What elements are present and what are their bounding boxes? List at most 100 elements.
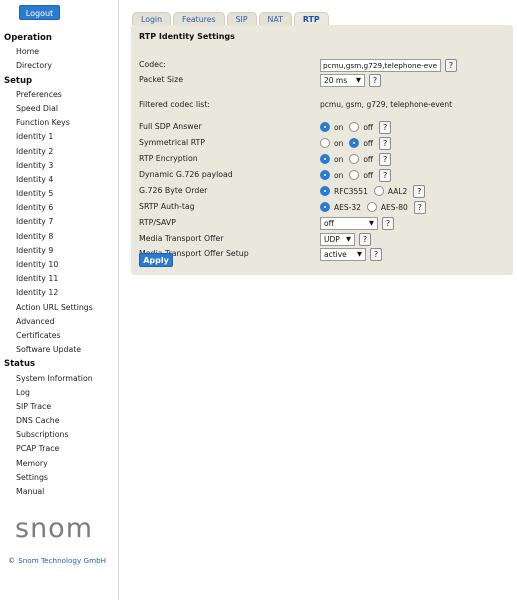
panel-title: RTP Identity Settings (139, 32, 235, 41)
sidebar-item-system-information[interactable]: System Information (0, 372, 119, 386)
tab-bar: Login Features SIP NAT RTP (132, 12, 329, 25)
sidebar-item-identity-10[interactable]: Identity 10 (0, 258, 119, 272)
radio-aes-80[interactable] (366, 202, 377, 212)
sidebar: Logout Operation Home Directory Setup Prefer… (0, 0, 119, 600)
setting-label: Symmetrical RTP (139, 138, 206, 147)
setting-row-media-transport-offer-setup: Media Transport Offer Setup active ▼? (139, 247, 509, 261)
sidebar-item-identity-9[interactable]: Identity 9 (0, 244, 119, 258)
setting-row-rtp-savp: RTP/SAVP off ▼? (139, 216, 509, 230)
radio-label-off: off (363, 170, 374, 180)
sidebar-item-identity-1[interactable]: Identity 1 (0, 130, 119, 144)
radio-label-on: on (334, 122, 344, 132)
radio-off[interactable] (349, 122, 360, 132)
radio-label-off: off (363, 138, 374, 148)
copyright-link[interactable]: Snom Technology GmbH (18, 556, 106, 565)
setting-label: SRTP Auth-tag (139, 202, 195, 211)
setting-row-g-726-byte-order: G.726 Byte Order RFC3551 AAL2? (139, 184, 509, 198)
sidebar-item-certificates[interactable]: Certificates (0, 329, 119, 343)
setting-row-full-sdp-answer: Full SDP Answer on off? (139, 120, 509, 134)
media-transport-offer-select[interactable]: UDP ▼ (320, 232, 355, 246)
sidebar-item-dns-cache[interactable]: DNS Cache (0, 414, 119, 428)
sidebar-item-identity-2[interactable]: Identity 2 (0, 145, 119, 159)
radio-on[interactable] (320, 122, 330, 132)
sidebar-item-speed-dial[interactable]: Speed Dial (0, 102, 119, 116)
radio-off[interactable] (349, 170, 360, 180)
sidebar-item-identity-6[interactable]: Identity 6 (0, 201, 119, 215)
radio-label-rfc3551: RFC3551 (334, 186, 368, 196)
sidebar-item-manual[interactable]: Manual (0, 485, 119, 499)
sidebar-item-identity-7[interactable]: Identity 7 (0, 215, 119, 229)
help-button[interactable]: ? (379, 136, 392, 150)
chevron-down-icon: ▼ (357, 249, 362, 258)
radio-label-aal2: AAL2 (387, 186, 408, 196)
sidebar-item-directory[interactable]: Directory (0, 59, 119, 73)
radio-label-on: on (334, 138, 344, 148)
chevron-down-icon: ▼ (369, 218, 374, 227)
tab-nat[interactable]: NAT (258, 12, 292, 25)
radio-label-on: on (334, 170, 344, 180)
setting-label: Codec: (139, 60, 166, 69)
sidebar-item-log[interactable]: Log (0, 386, 119, 400)
help-button[interactable]: ? (370, 247, 382, 261)
setting-control: pcmu,gsm,g729,telephone-eve? (320, 58, 457, 72)
apply-button[interactable]: Apply (139, 253, 173, 267)
setting-row-rtp-encryption: RTP Encryption on off? (139, 152, 509, 166)
setting-row-codec: Codec: pcmu,gsm,g729,telephone-eve? (139, 58, 509, 72)
radio-aes-32[interactable] (320, 202, 330, 212)
radio-off[interactable] (349, 138, 360, 148)
codec-input[interactable]: pcmu,gsm,g729,telephone-eve (320, 58, 441, 72)
sidebar-item-sip-trace[interactable]: SIP Trace (0, 400, 119, 414)
sidebar-item-pcap-trace[interactable]: PCAP Trace (0, 442, 119, 456)
sidebar-item-home[interactable]: Home (0, 45, 119, 59)
sidebar-item-software-update[interactable]: Software Update (0, 343, 119, 357)
sidebar-item-function-keys[interactable]: Function Keys (0, 116, 119, 130)
tab-rtp[interactable]: RTP (293, 12, 329, 25)
nav-section-status: Status (4, 359, 36, 370)
setting-label: Dynamic G.726 payload (139, 170, 233, 179)
help-button[interactable]: ? (445, 58, 457, 72)
radio-rfc3551[interactable] (320, 186, 330, 196)
help-button[interactable]: ? (413, 184, 426, 198)
radio-on[interactable] (320, 170, 330, 180)
sidebar-item-identity-5[interactable]: Identity 5 (0, 187, 119, 201)
tab-sip[interactable]: SIP (226, 12, 257, 25)
help-button[interactable]: ? (369, 73, 381, 87)
media-transport-offer-setup-select[interactable]: active ▼ (320, 247, 366, 261)
rtp-savp-select[interactable]: off ▼ (320, 216, 378, 230)
sidebar-item-preferences[interactable]: Preferences (0, 88, 119, 102)
sidebar-item-memory[interactable]: Memory (0, 457, 119, 471)
select-value: active (324, 249, 347, 259)
sidebar-item-subscriptions[interactable]: Subscriptions (0, 428, 119, 442)
sidebar-item-identity-4[interactable]: Identity 4 (0, 173, 119, 187)
setting-label: Full SDP Answer (139, 122, 202, 131)
copyright: © Snom Technology GmbH (8, 556, 106, 565)
help-button[interactable]: ? (382, 216, 394, 230)
sidebar-item-action-url-settings[interactable]: Action URL Settings (0, 301, 119, 315)
setting-label: RTP Encryption (139, 154, 198, 163)
help-button[interactable]: ? (379, 168, 392, 182)
radio-aal2[interactable] (373, 186, 384, 196)
sidebar-item-settings[interactable]: Settings (0, 471, 119, 485)
sidebar-item-advanced[interactable]: Advanced (0, 315, 119, 329)
packet-size-select[interactable]: 20 ms ▼ (320, 73, 365, 87)
help-button[interactable]: ? (359, 232, 371, 246)
help-button[interactable]: ? (413, 200, 426, 214)
radio-on[interactable] (320, 138, 330, 148)
setting-control: AES-32 AES-80? (320, 200, 426, 214)
logout-button[interactable]: Logout (19, 5, 60, 20)
sidebar-item-identity-11[interactable]: Identity 11 (0, 272, 119, 286)
select-value: UDP (324, 234, 340, 244)
sidebar-item-identity-3[interactable]: Identity 3 (0, 159, 119, 173)
nav-section-setup: Setup (4, 75, 33, 86)
tab-login[interactable]: Login (132, 12, 172, 25)
sidebar-item-identity-12[interactable]: Identity 12 (0, 286, 119, 300)
radio-off[interactable] (349, 154, 360, 164)
help-button[interactable]: ? (379, 152, 392, 166)
help-button[interactable]: ? (379, 120, 392, 134)
radio-on[interactable] (320, 154, 330, 164)
sidebar-item-identity-8[interactable]: Identity 8 (0, 230, 119, 244)
tab-features[interactable]: Features (173, 12, 225, 25)
chevron-down-icon: ▼ (346, 234, 351, 243)
setting-control: on off? (320, 136, 392, 150)
select-value: 20 ms (324, 75, 348, 85)
